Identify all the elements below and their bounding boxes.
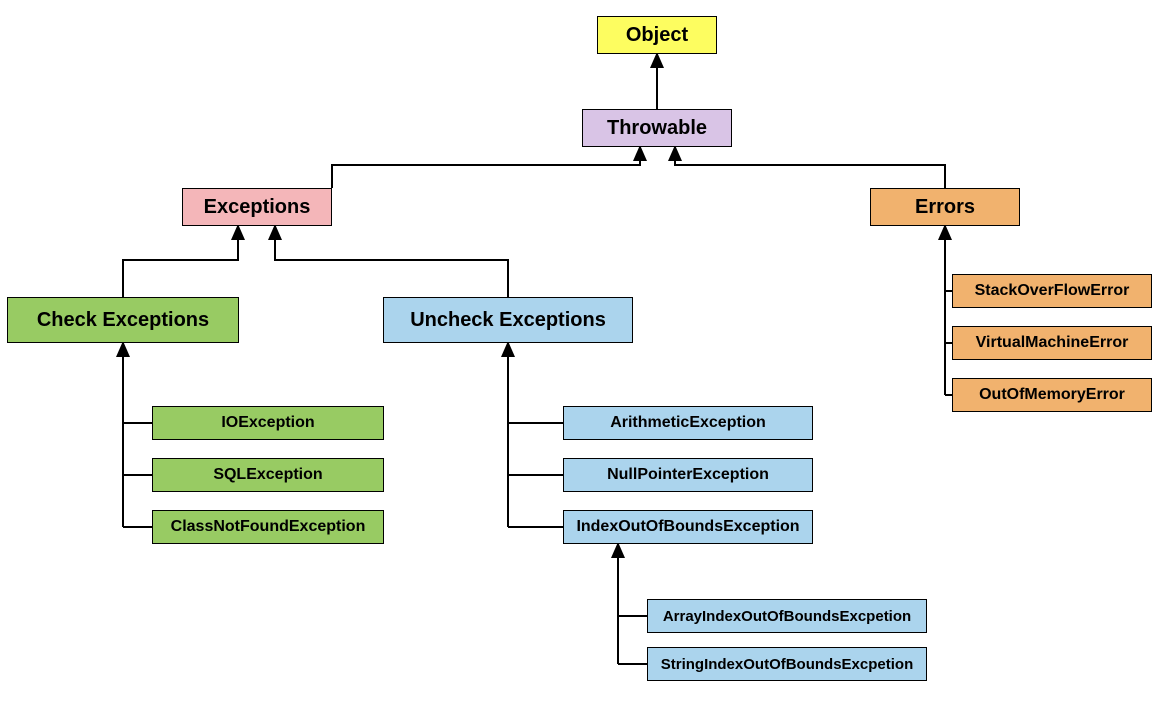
node-indexoutofbounds: IndexOutOfBoundsException bbox=[563, 510, 813, 544]
node-uncheck: Uncheck Exceptions bbox=[383, 297, 633, 343]
node-arithmetic: ArithmeticException bbox=[563, 406, 813, 440]
edge-check-to-exceptions bbox=[123, 226, 238, 297]
edge-uncheck-to-exceptions bbox=[275, 226, 508, 297]
edge-errors-to-throwable bbox=[675, 147, 945, 188]
node-arrayindex: ArrayIndexOutOfBoundsExcpetion bbox=[647, 599, 927, 633]
node-stackoverflow: StackOverFlowError bbox=[952, 274, 1152, 308]
node-sqlexception: SQLException bbox=[152, 458, 384, 492]
node-classnotfound: ClassNotFoundException bbox=[152, 510, 384, 544]
node-nullpointer: NullPointerException bbox=[563, 458, 813, 492]
node-errors: Errors bbox=[870, 188, 1020, 226]
node-oomerror: OutOfMemoryError bbox=[952, 378, 1152, 412]
node-exceptions: Exceptions bbox=[182, 188, 332, 226]
node-vmerror: VirtualMachineError bbox=[952, 326, 1152, 360]
node-check: Check Exceptions bbox=[7, 297, 239, 343]
node-stringindex: StringIndexOutOfBoundsExcpetion bbox=[647, 647, 927, 681]
node-ioexception: IOException bbox=[152, 406, 384, 440]
node-throwable: Throwable bbox=[582, 109, 732, 147]
diagram-stage: Object Throwable Exceptions Errors Check Exc… bbox=[0, 0, 1168, 701]
node-object: Object bbox=[597, 16, 717, 54]
edge-exceptions-to-throwable bbox=[332, 147, 640, 188]
